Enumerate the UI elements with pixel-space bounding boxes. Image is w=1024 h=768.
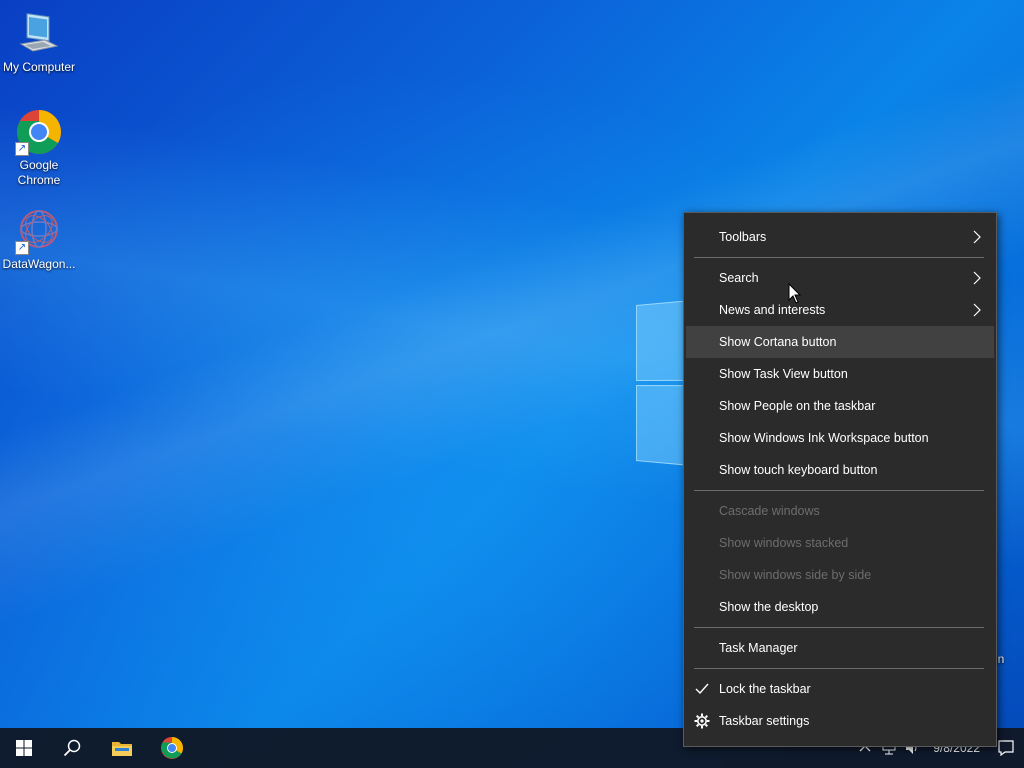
start-button[interactable] [0,728,48,768]
desktop-icon-google-chrome[interactable]: ↗ Google Chrome [0,108,78,188]
shortcut-arrow-icon: ↗ [15,142,29,156]
search-button[interactable] [48,728,96,768]
menu-separator [694,627,984,628]
menu-item-show-the-desktop[interactable]: Show the desktop [686,591,994,623]
menu-item-search[interactable]: Search [686,262,994,294]
checkmark-icon [695,683,709,695]
menu-item-toolbars[interactable]: Toolbars [686,221,994,253]
menu-item-show-windows-ink[interactable]: Show Windows Ink Workspace button [686,422,994,454]
chevron-right-icon [973,303,981,317]
taskbar-context-menu: Toolbars Search News and interests Show … [683,212,997,747]
desktop-icon-datawagon[interactable]: ↗ DataWagon... [0,207,78,272]
menu-item-show-cortana-button[interactable]: Show Cortana button [686,326,994,358]
menu-item-lock-the-taskbar[interactable]: Lock the taskbar [686,673,994,705]
desktop-icon-my-computer[interactable]: My Computer [0,10,78,75]
menu-item-taskbar-settings[interactable]: Taskbar settings [686,705,994,737]
mouse-cursor-icon [788,283,802,304]
shortcut-arrow-icon: ↗ [15,241,29,255]
menu-item-cascade-windows: Cascade windows [719,504,820,518]
menu-item-show-windows-stacked: Show windows stacked [719,536,849,550]
datawagon-icon: ↗ [15,207,63,255]
file-explorer-button[interactable] [98,728,146,768]
chrome-icon: ↗ [15,108,63,156]
search-icon [63,739,81,757]
menu-item-show-windows-side-by-side: Show windows side by side [719,568,872,582]
chevron-right-icon [973,271,981,285]
menu-item-task-manager[interactable]: Task Manager [686,632,994,664]
chrome-icon [161,737,183,759]
desktop-icon-label: DataWagon... [2,257,76,271]
chevron-right-icon [973,230,981,244]
menu-separator [694,490,984,491]
menu-separator [694,257,984,258]
desktop-icon-label: My Computer [2,60,76,74]
menu-item-show-task-view-button[interactable]: Show Task View button [686,358,994,390]
menu-separator [694,668,984,669]
gear-icon [694,713,710,729]
file-explorer-icon [112,742,132,756]
desktop-icon-label: Google Chrome [17,158,61,187]
menu-item-news-and-interests[interactable]: News and interests [686,294,994,326]
menu-item-show-touch-keyboard[interactable]: Show touch keyboard button [686,454,994,486]
chrome-taskbar-button[interactable] [148,728,196,768]
computer-icon [15,10,63,58]
start-icon [16,740,32,756]
menu-item-show-people[interactable]: Show People on the taskbar [686,390,994,422]
